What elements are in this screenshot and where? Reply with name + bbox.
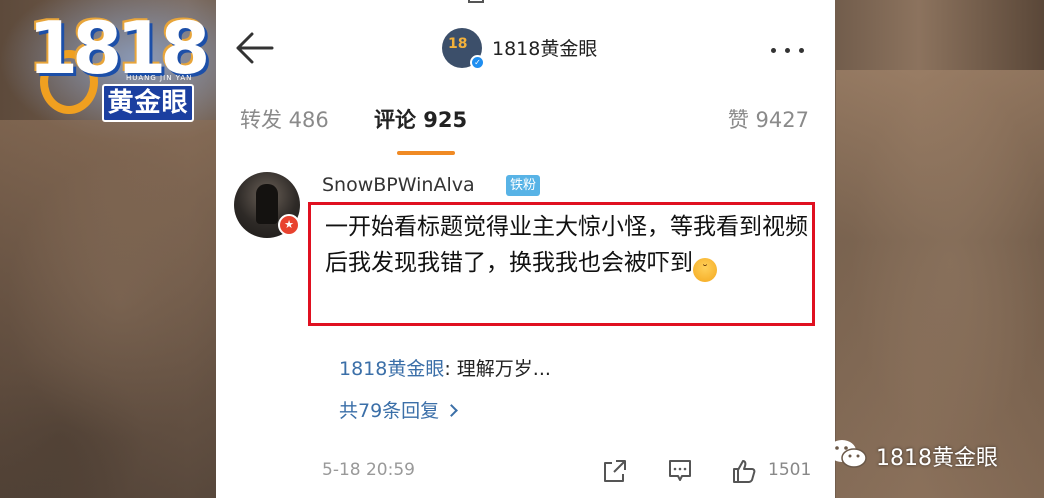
account-avatar-glyph: 18 [448,36,468,52]
background-right-blur [836,70,1044,498]
back-button[interactable] [232,28,276,68]
tab-repost[interactable]: 转发 486 [240,104,329,134]
active-tab-indicator [397,151,455,155]
more-options-button[interactable] [771,38,821,58]
commenter-username[interactable]: SnowBPWinAlva [322,174,475,196]
reply-count-label: 共79条回复 [339,400,440,422]
post-tabs: 转发 486 评论 925 赞 9427 [216,104,835,156]
chevron-right-icon [445,404,459,417]
comment-body: 一开始看标题觉得业主大惊小怪，等我看到视频后我发现我错了，换我我也会被吓到 ˘ [325,209,809,282]
more-dot-icon [771,48,776,53]
logo-badge: 黄金眼 [102,84,194,122]
watermark-text: 1818黄金眼 [876,446,998,471]
comment-text: 一开始看标题觉得业主大惊小怪，等我看到视频后我发现我错了，换我我也会被吓到 [325,214,808,276]
reply-text: : 理解万岁... [444,358,551,380]
tab-comment[interactable]: 评论 925 [374,104,467,134]
wechat-icon [828,440,867,468]
reply-preview[interactable]: 1818黄金眼: 理解万岁... [339,354,551,381]
back-arrow-icon [236,32,274,64]
phone-screen: 18 ✓ 1818黄金眼 转发 486 评论 925 赞 9427 ★ Snow… [216,0,835,498]
account-name[interactable]: 1818黄金眼 [492,34,597,61]
share-icon[interactable] [602,458,628,484]
comment-timestamp: 5-18 20:59 [322,460,415,480]
logo-subtitle: HUANG JIN YAN [126,74,193,82]
reply-icon[interactable] [667,458,693,484]
avatar-figure [256,184,278,224]
reply-author[interactable]: 1818黄金眼 [339,358,444,380]
like-count[interactable]: 1501 [768,460,811,480]
crying-emoji-icon: ˘ [693,258,717,282]
tab-like[interactable]: 赞 9427 [728,104,809,134]
top-nav-bar: 18 ✓ 1818黄金眼 [216,20,835,76]
more-dot-icon [785,48,790,53]
thumbs-up-icon[interactable] [731,458,757,484]
view-replies-link[interactable]: 共79条回复 [339,396,459,423]
fan-level-badge: 铁粉 [506,175,541,196]
vip-badge-icon: ★ [278,214,300,236]
highlighted-comment[interactable]: 一开始看标题觉得业主大惊小怪，等我看到视频后我发现我错了，换我我也会被吓到 ˘ [308,202,815,326]
background-left-blur [0,120,216,498]
status-indicator [468,0,484,3]
more-dot-icon [799,48,804,53]
verified-icon: ✓ [470,55,485,70]
tv-channel-logo: 1818 HUANG JIN YAN 黄金眼 [28,6,210,126]
